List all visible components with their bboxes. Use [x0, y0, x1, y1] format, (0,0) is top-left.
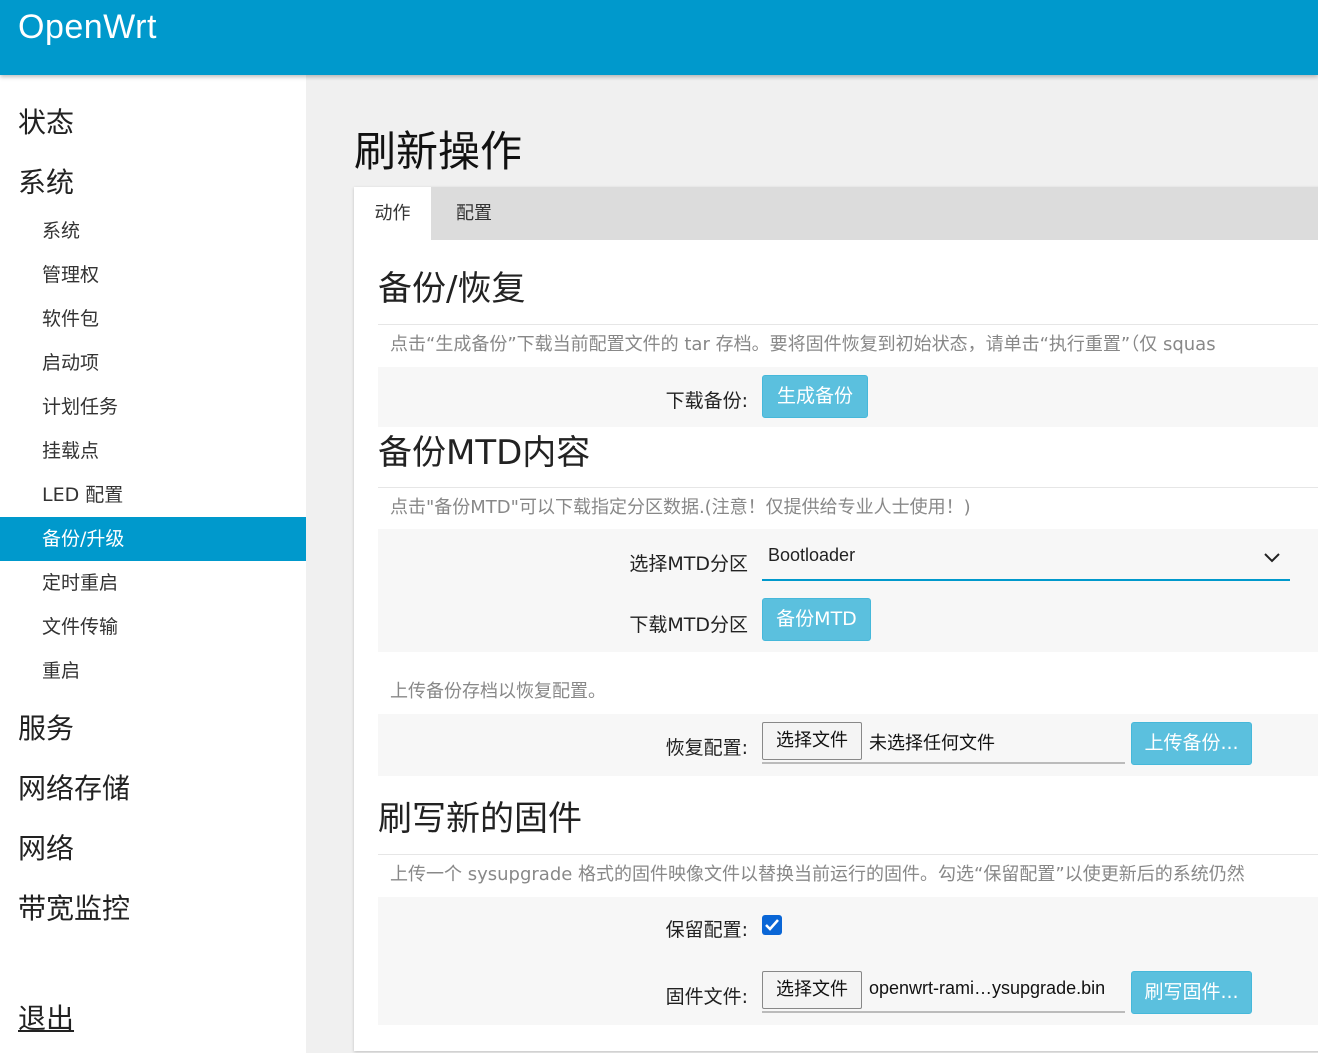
sidebar: 状态 系统 系统 管理权 软件包 启动项 计划任务 挂载点 LED 配置 备份/… [0, 75, 306, 1053]
nav-status[interactable]: 状态 [18, 101, 74, 141]
restore-config-label: 恢复配置: [665, 737, 748, 759]
top-bar: OpenWrt [0, 0, 1318, 75]
tab-bar: 动作 配置 [354, 187, 1318, 240]
restore-description: 上传备份存档以恢复配置。 [390, 681, 606, 702]
sidebar-item-reboot[interactable]: 重启 [0, 649, 306, 693]
generate-backup-button[interactable]: 生成备份 [762, 375, 868, 418]
brand-logo[interactable]: OpenWrt [18, 8, 157, 47]
sidebar-item-scheduled-reboot[interactable]: 定时重启 [0, 561, 306, 605]
mtd-partition-select[interactable]: Bootloader [762, 537, 1290, 581]
backup-section-title: 备份/恢复 [378, 269, 526, 309]
firmware-file-name: openwrt-rami…ysupgrade.bin [869, 978, 1106, 998]
sidebar-item-startup[interactable]: 启动项 [0, 341, 306, 385]
restore-choose-file-button[interactable]: 选择文件 [762, 722, 862, 760]
sidebar-item-file-transfer[interactable]: 文件传输 [0, 605, 306, 649]
restore-file-input[interactable]: 选择文件 未选择任何文件 [762, 722, 1125, 764]
flash-section-title: 刷写新的固件 [378, 799, 582, 839]
page-title: 刷新操作 [354, 127, 523, 176]
checkmark-icon [765, 919, 779, 931]
nav-logout[interactable]: 退出 [18, 997, 74, 1037]
backup-mtd-button[interactable]: 备份MTD [762, 598, 871, 641]
sidebar-item-system[interactable]: 系统 [0, 209, 306, 253]
mtd-description: 点击"备份MTD"可以下载指定分区数据.(注意！仅提供给专业人士使用！) [378, 487, 1318, 527]
sidebar-item-packages[interactable]: 软件包 [0, 297, 306, 341]
flash-firmware-button[interactable]: 刷写固件... [1131, 971, 1252, 1014]
firmware-file-input[interactable]: 选择文件 openwrt-rami…ysupgrade.bin [762, 971, 1125, 1013]
sidebar-item-mounts[interactable]: 挂载点 [0, 429, 306, 473]
keep-settings-checkbox[interactable] [762, 915, 782, 935]
restore-file-name: 未选择任何文件 [869, 733, 995, 753]
sidebar-item-admin[interactable]: 管理权 [0, 253, 306, 297]
tab-actions[interactable]: 动作 [354, 187, 431, 240]
flash-description: 上传一个 sysupgrade 格式的固件映像文件以替换当前运行的固件。勾选“保… [378, 854, 1318, 894]
tab-config[interactable]: 配置 [437, 187, 511, 240]
sidebar-item-led[interactable]: LED 配置 [0, 473, 306, 517]
backup-description: 点击“生成备份”下载当前配置文件的 tar 存档。要将固件恢复到初始状态，请单击… [378, 324, 1318, 364]
sidebar-item-backup-upgrade[interactable]: 备份/升级 [0, 517, 306, 561]
mtd-select-label: 选择MTD分区 [629, 553, 748, 575]
content-card: 动作 配置 备份/恢复 点击“生成备份”下载当前配置文件的 tar 存档。要将固… [354, 187, 1318, 1051]
nav-bandwidth[interactable]: 带宽监控 [18, 887, 130, 927]
sidebar-item-crontab[interactable]: 计划任务 [0, 385, 306, 429]
upload-backup-button[interactable]: 上传备份... [1131, 722, 1252, 765]
nav-services[interactable]: 服务 [18, 707, 74, 747]
mtd-section-title: 备份MTD内容 [378, 433, 591, 473]
firmware-choose-file-button[interactable]: 选择文件 [762, 971, 862, 1009]
mtd-partition-value: Bootloader [768, 545, 856, 565]
nav-system[interactable]: 系统 [18, 161, 74, 201]
nav-network[interactable]: 网络 [18, 827, 74, 867]
nav-nas[interactable]: 网络存储 [18, 767, 130, 807]
keep-settings-label: 保留配置: [665, 919, 748, 941]
chevron-down-icon [1264, 553, 1280, 563]
download-backup-label: 下载备份: [665, 390, 748, 412]
firmware-file-label: 固件文件: [665, 986, 748, 1008]
mtd-download-label: 下载MTD分区 [629, 614, 748, 636]
